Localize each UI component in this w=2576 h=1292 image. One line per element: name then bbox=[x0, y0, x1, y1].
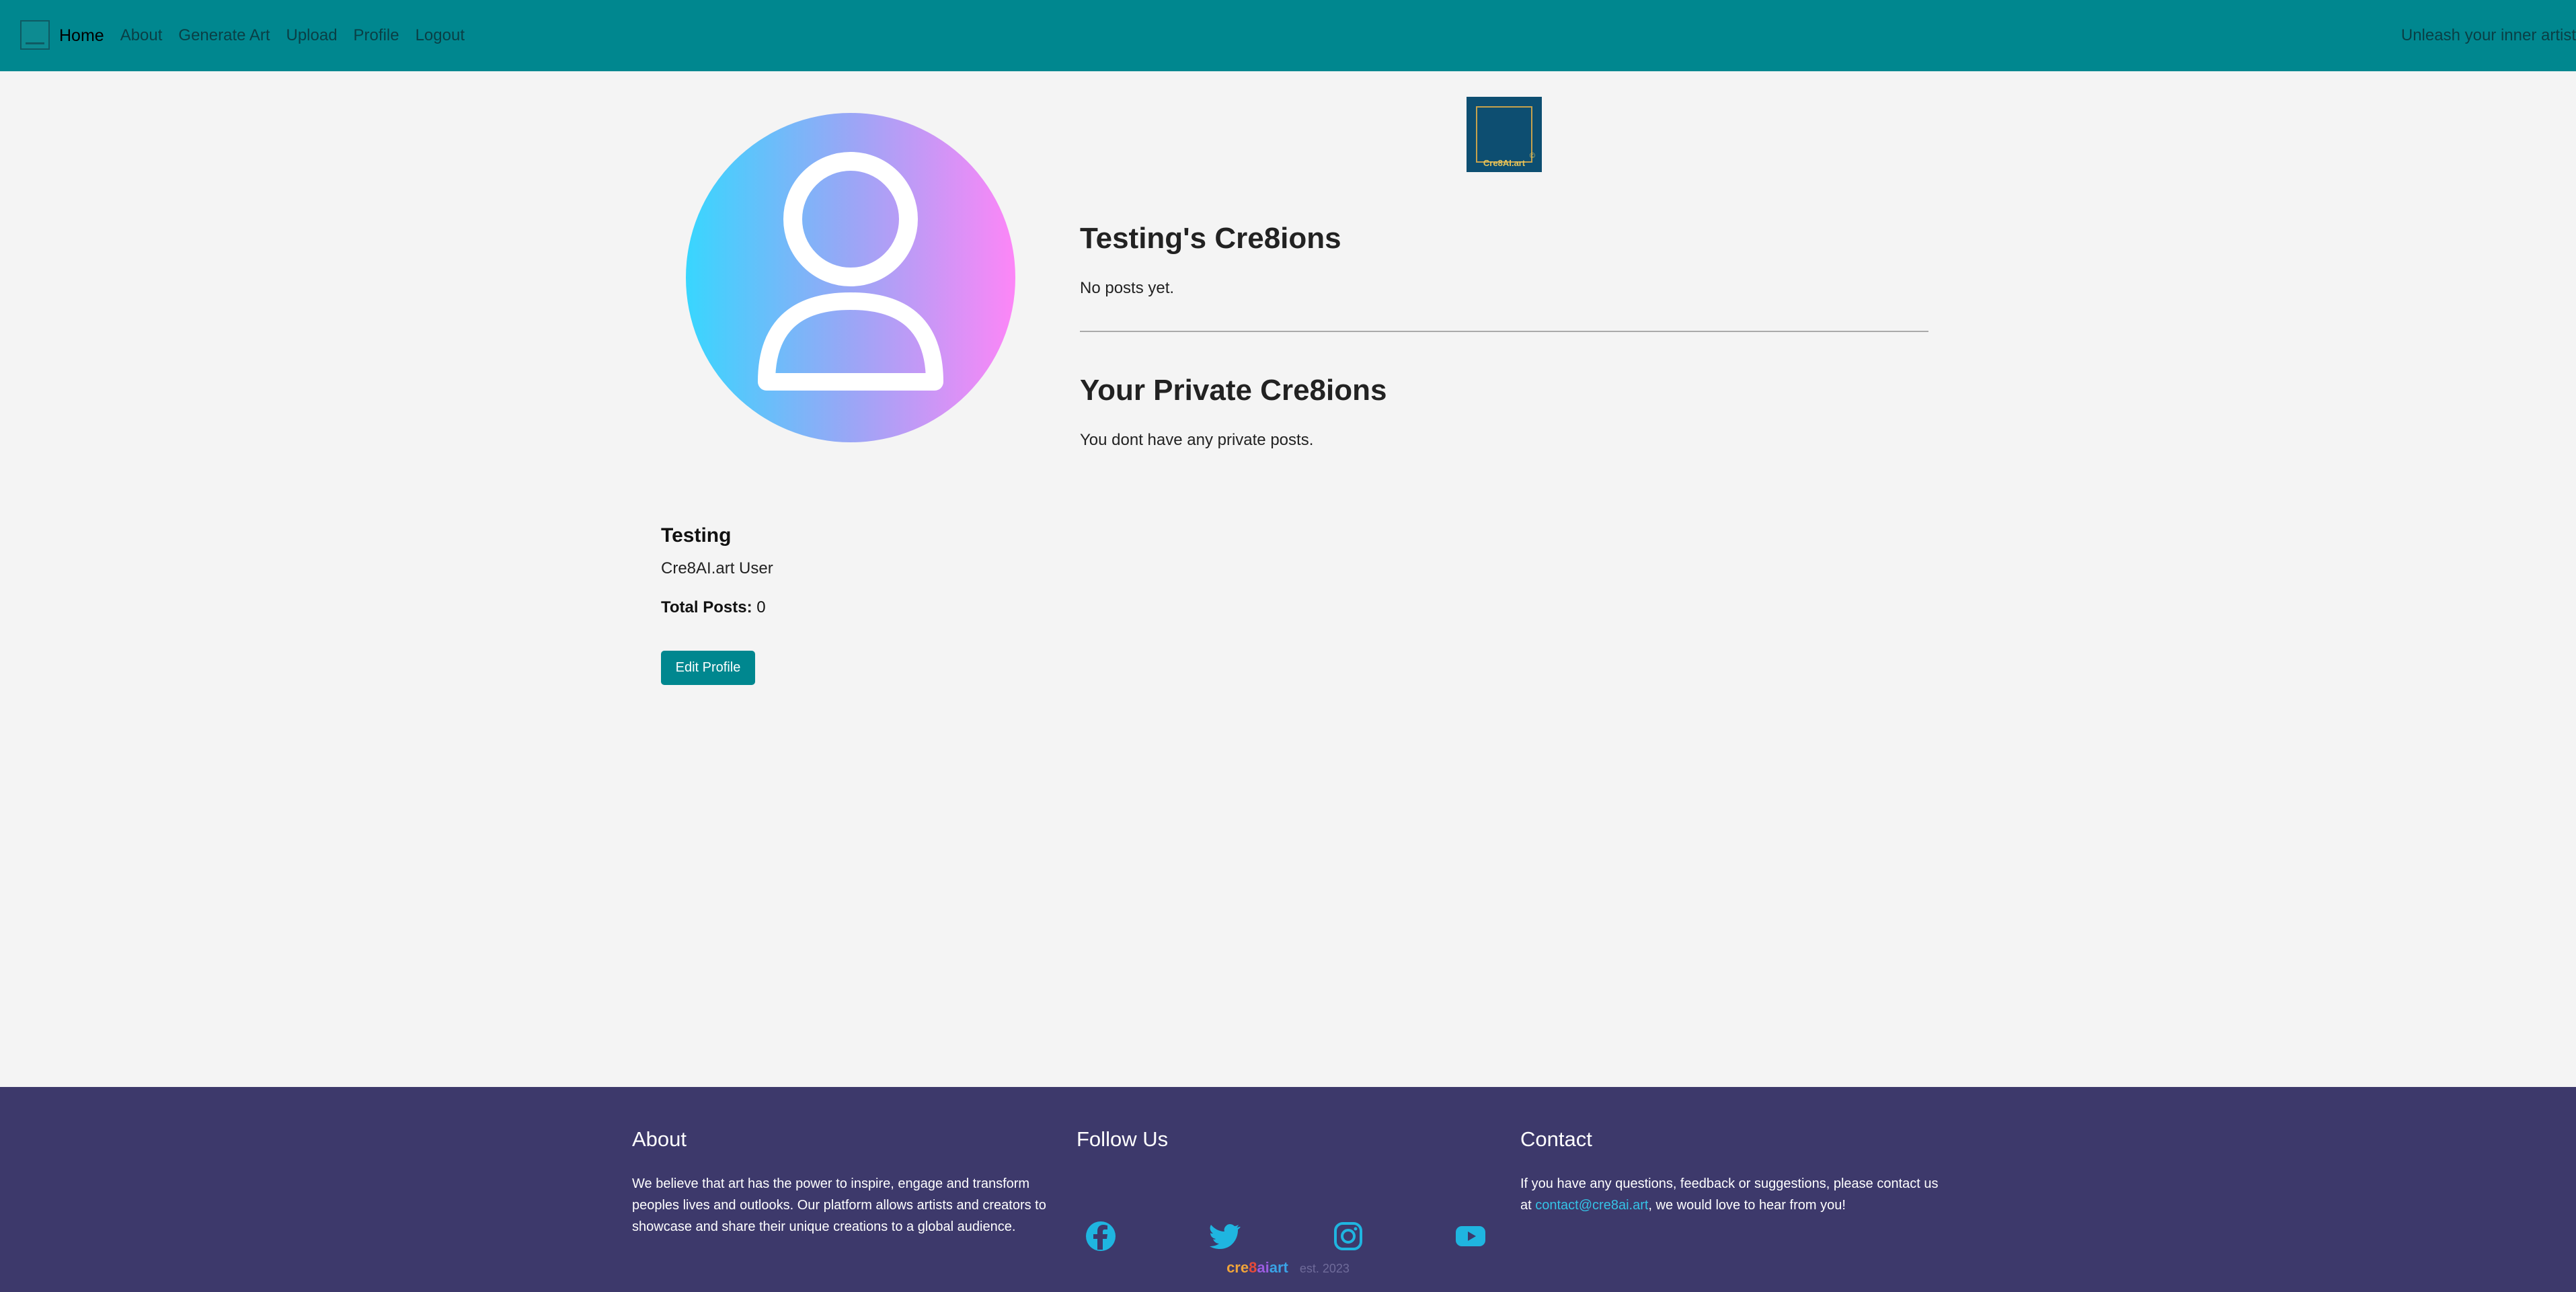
footer-follow: Follow Us bbox=[1077, 1127, 1500, 1251]
nav-home-link[interactable]: Home bbox=[59, 0, 112, 71]
youtube-icon[interactable] bbox=[1454, 1220, 1487, 1252]
nav-profile-link[interactable]: Profile bbox=[346, 0, 407, 71]
footer-about-title: About bbox=[632, 1127, 687, 1151]
edit-profile-button[interactable]: Edit Profile bbox=[661, 651, 755, 685]
user-silhouette-icon bbox=[758, 152, 943, 391]
twitter-icon[interactable] bbox=[1208, 1220, 1241, 1252]
private-posts-empty: You dont have any private posts. bbox=[1080, 431, 1314, 449]
profile-total-posts: Total Posts: 0 bbox=[661, 598, 766, 617]
nav-upload-link[interactable]: Upload bbox=[278, 0, 345, 71]
brand-badge: © Cre8AI.art bbox=[1467, 97, 1542, 172]
nav-links: Home About Generate Art Upload Profile L… bbox=[59, 0, 473, 71]
site-logo-icon[interactable] bbox=[20, 20, 50, 50]
footer-contact-text: If you have any questions, feedback or s… bbox=[1520, 1173, 1944, 1216]
private-posts-title: Your Private Cre8ions bbox=[1080, 374, 1387, 407]
brand-badge-text: Cre8AI.art bbox=[1483, 158, 1526, 168]
profile-role: Cre8AI.art User bbox=[661, 559, 773, 577]
footer-contact: Contact If you have any questions, feedb… bbox=[1520, 1127, 1944, 1216]
facebook-icon[interactable] bbox=[1085, 1220, 1117, 1252]
public-posts-title: Testing's Cre8ions bbox=[1080, 222, 1341, 255]
footer-contact-title: Contact bbox=[1520, 1127, 1592, 1151]
contact-text-after: , we would love to hear from you! bbox=[1648, 1198, 1846, 1213]
footer-about: About We believe that art has the power … bbox=[632, 1127, 1056, 1238]
nav-about-link[interactable]: About bbox=[112, 0, 171, 71]
mini-logo-part: 8 bbox=[1249, 1259, 1257, 1276]
brand-badge-frame bbox=[1476, 106, 1532, 163]
footer-about-text: We believe that art has the power to ins… bbox=[632, 1176, 1046, 1234]
footer-bottom: cre8aiart est. 2023 bbox=[0, 1259, 2576, 1277]
nav-generate-art-link[interactable]: Generate Art bbox=[170, 0, 278, 71]
instagram-icon[interactable] bbox=[1332, 1220, 1364, 1252]
public-posts-empty: No posts yet. bbox=[1080, 279, 1175, 297]
mini-logo-part: art bbox=[1269, 1259, 1288, 1276]
site-footer: About We believe that art has the power … bbox=[0, 1087, 2576, 1292]
contact-email-link[interactable]: contact@cre8ai.art bbox=[1535, 1198, 1648, 1213]
mini-logo-part: ai bbox=[1257, 1259, 1270, 1276]
profile-avatar bbox=[686, 113, 1015, 442]
total-posts-value: 0 bbox=[756, 598, 766, 616]
nav-tagline: Unleash your inner artist bbox=[2401, 26, 2576, 44]
profile-name: Testing bbox=[661, 524, 732, 547]
nav-logout-link[interactable]: Logout bbox=[407, 0, 473, 71]
top-navbar: Home About Generate Art Upload Profile L… bbox=[0, 0, 2576, 71]
footer-follow-title: Follow Us bbox=[1077, 1127, 1169, 1151]
mini-logo-part: cre bbox=[1226, 1259, 1249, 1276]
footer-established: est. 2023 bbox=[1299, 1262, 1350, 1275]
section-divider bbox=[1080, 331, 1928, 332]
footer-mini-logo: cre8aiart bbox=[1226, 1259, 1288, 1276]
total-posts-label: Total Posts: bbox=[661, 598, 752, 616]
